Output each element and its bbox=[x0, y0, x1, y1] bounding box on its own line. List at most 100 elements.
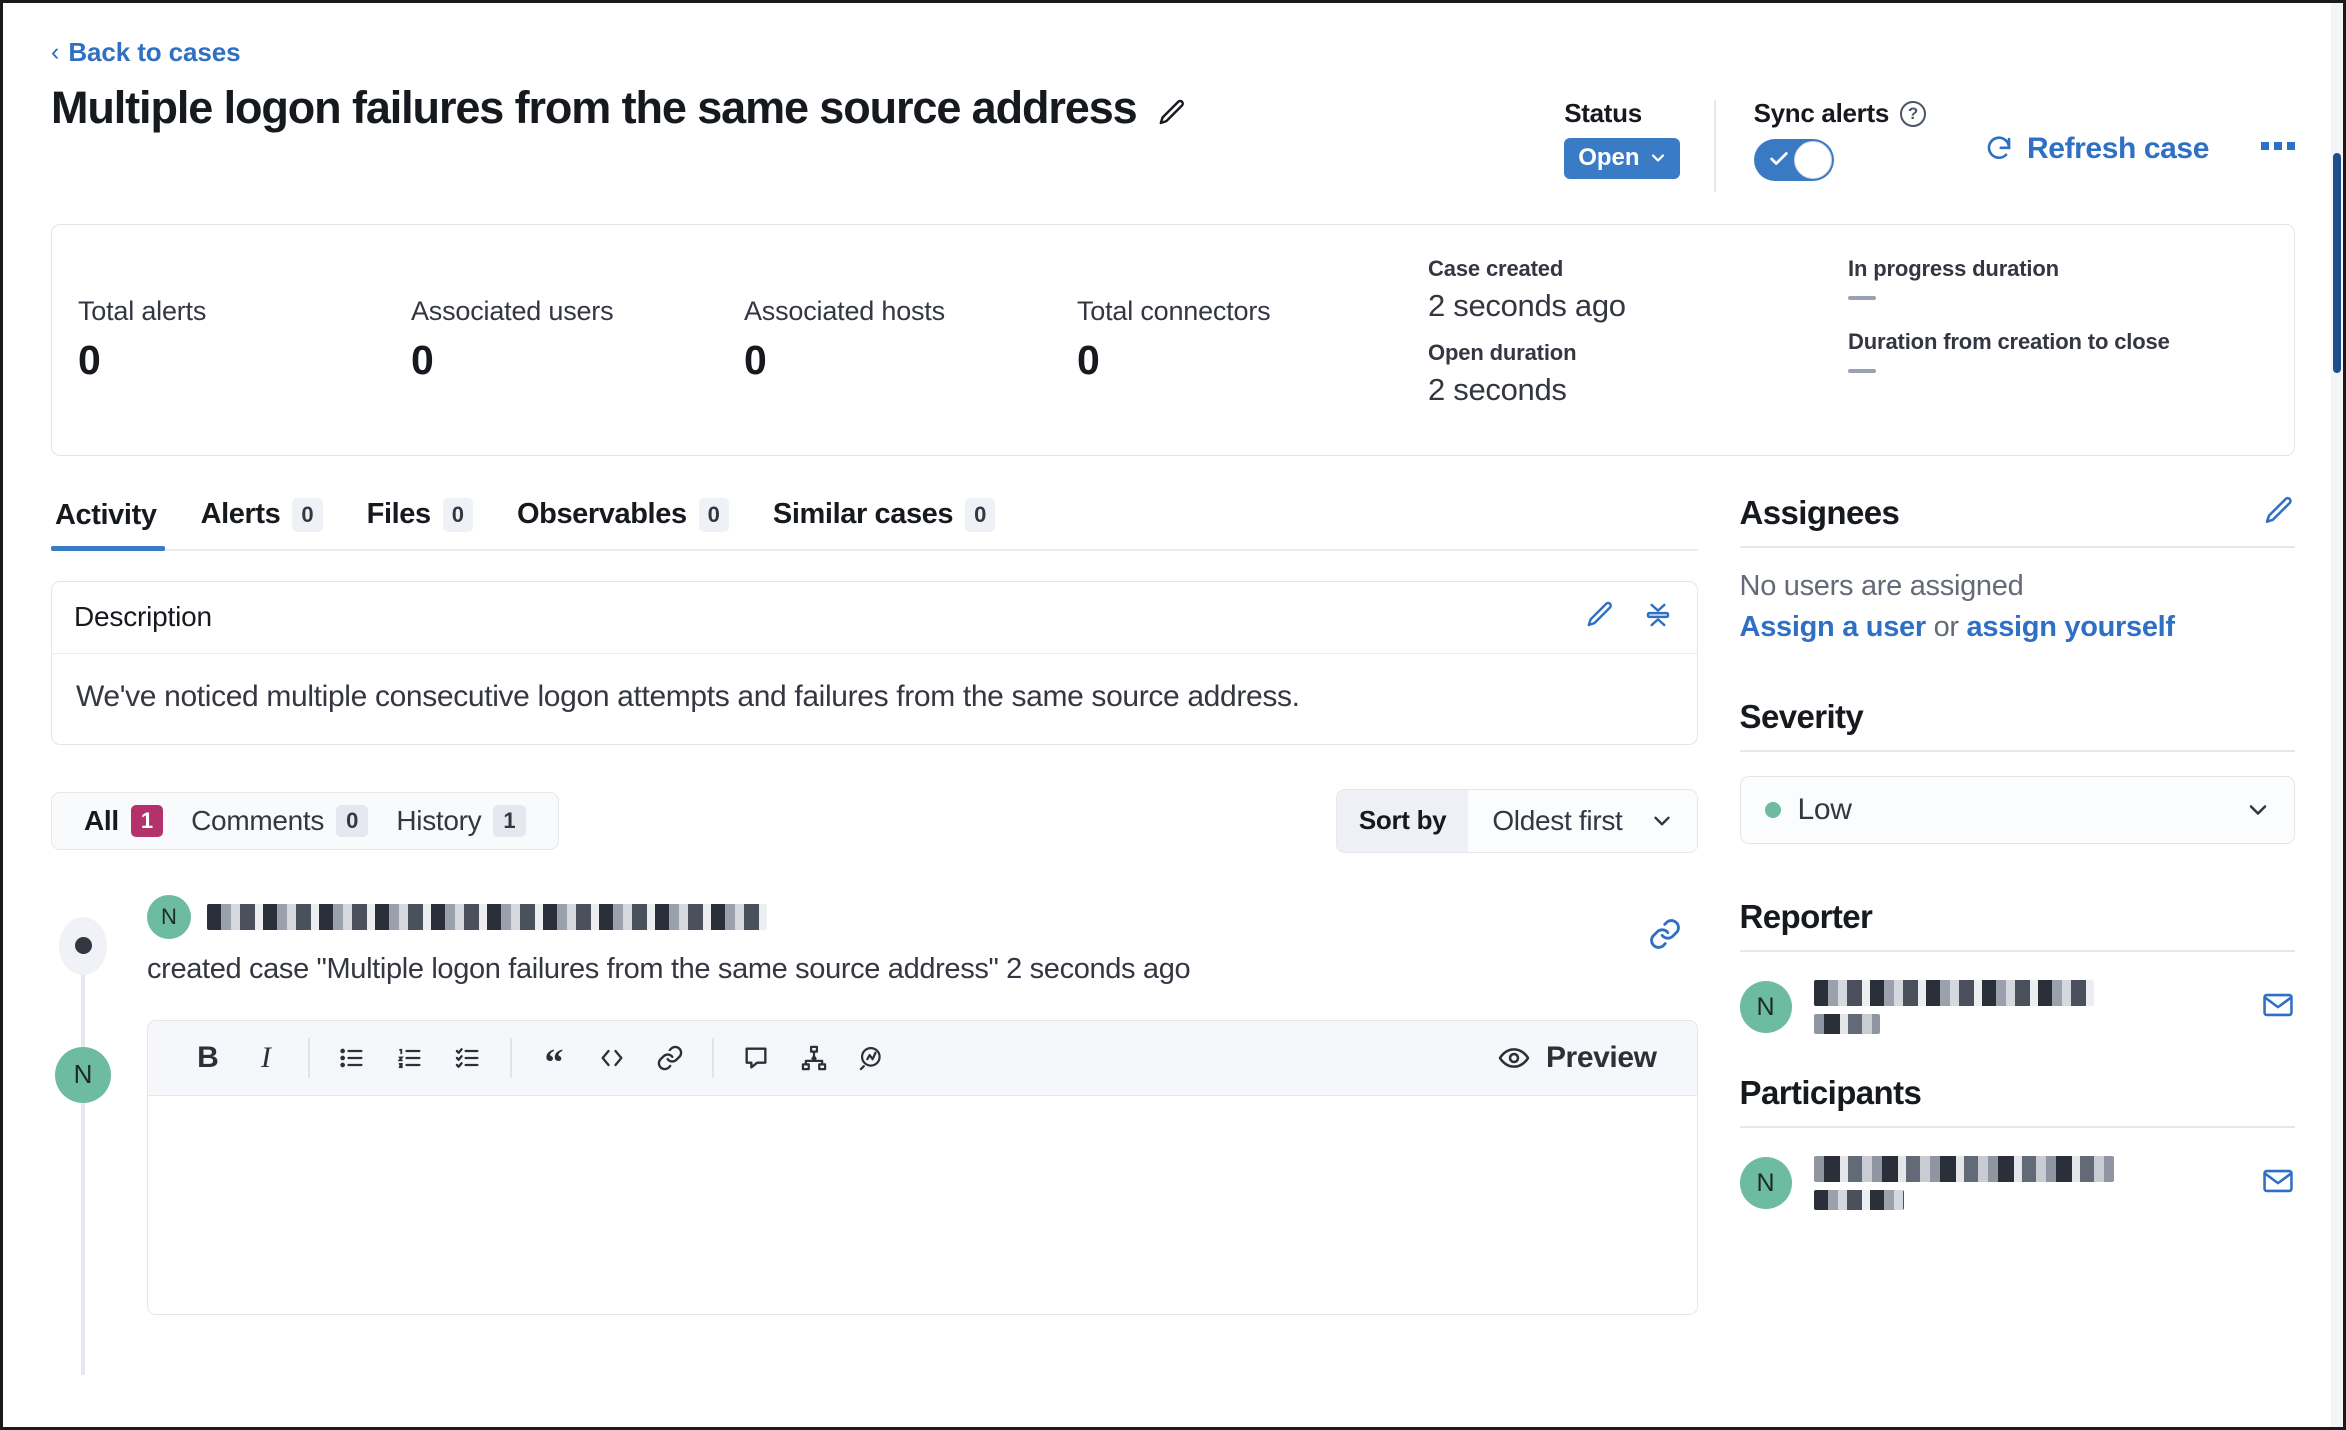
sort-by-value: Oldest first bbox=[1492, 805, 1622, 837]
filter-all-badge: 1 bbox=[131, 805, 163, 837]
filter-history-badge: 1 bbox=[493, 805, 525, 837]
timeline-entry: N N created case "Multiple logon failure… bbox=[51, 895, 1698, 986]
lens-icon[interactable] bbox=[846, 1032, 898, 1084]
filter-comments[interactable]: Comments 0 bbox=[177, 805, 382, 837]
email-reporter-icon[interactable] bbox=[2261, 988, 2295, 1027]
filter-history[interactable]: History 1 bbox=[382, 805, 539, 837]
stat-value: 0 bbox=[411, 337, 744, 384]
tree-icon[interactable] bbox=[788, 1032, 840, 1084]
filter-comments-badge: 0 bbox=[336, 805, 368, 837]
creation-to-close-value bbox=[1848, 369, 1876, 373]
redacted-reporter-name bbox=[1814, 980, 2239, 1034]
filter-history-label: History bbox=[396, 805, 481, 837]
spacer bbox=[1740, 1034, 2295, 1074]
status-badge[interactable]: Open bbox=[1564, 138, 1679, 179]
filter-all[interactable]: All 1 bbox=[70, 805, 177, 837]
creation-to-close-label: Duration from creation to close bbox=[1848, 329, 2268, 355]
spacer bbox=[1740, 844, 2295, 898]
avatar: N bbox=[1740, 981, 1792, 1033]
refresh-case-label: Refresh case bbox=[2027, 132, 2209, 166]
preview-button[interactable]: Preview bbox=[1476, 1031, 1679, 1085]
edit-assignees-pencil-icon[interactable] bbox=[2263, 495, 2295, 532]
italic-icon[interactable]: I bbox=[240, 1032, 292, 1084]
avatar: N bbox=[55, 1047, 111, 1103]
page-scrollbar-thumb[interactable] bbox=[2333, 153, 2341, 373]
back-to-cases-link[interactable]: ‹ Back to cases bbox=[51, 3, 2295, 68]
assignees-header: Assignees bbox=[1740, 494, 2295, 546]
assignees-title: Assignees bbox=[1740, 494, 1900, 532]
stat-value: 0 bbox=[78, 337, 411, 384]
tab-label: Alerts bbox=[201, 498, 281, 531]
description-card: Description We' bbox=[51, 581, 1698, 745]
timeline-dot bbox=[59, 917, 107, 975]
more-actions-button[interactable] bbox=[2261, 98, 2295, 150]
email-participant-icon[interactable] bbox=[2261, 1164, 2295, 1203]
reporter-header: Reporter bbox=[1740, 898, 2295, 950]
stat-value: 0 bbox=[744, 337, 1077, 384]
spacer bbox=[1740, 644, 2295, 698]
timeline-rail bbox=[81, 921, 85, 1375]
sort-by-select[interactable]: Oldest first bbox=[1468, 790, 1696, 852]
open-duration-value: 2 seconds bbox=[1428, 372, 1848, 408]
bullet-list-icon[interactable] bbox=[326, 1032, 378, 1084]
refresh-case-button[interactable]: Refresh case bbox=[1984, 98, 2209, 166]
stat-label: Associated hosts bbox=[744, 296, 1077, 327]
assign-yourself-link[interactable]: assign yourself bbox=[1967, 611, 2175, 643]
case-durations: Case created 2 seconds ago Open duration… bbox=[1428, 256, 2268, 424]
assign-a-user-link[interactable]: Assign a user bbox=[1740, 611, 1926, 643]
tab-activity[interactable]: Activity bbox=[51, 495, 179, 549]
dot-1 bbox=[2261, 142, 2269, 150]
case-header: Multiple logon failures from the same so… bbox=[51, 82, 2295, 192]
quote-icon[interactable]: “ bbox=[528, 1032, 580, 1084]
edit-title-pencil-icon[interactable] bbox=[1157, 98, 1187, 128]
tab-label: Activity bbox=[55, 499, 157, 532]
description-header: Description bbox=[52, 582, 1697, 654]
reporter-section: Reporter N bbox=[1740, 898, 2295, 1034]
tab-alerts[interactable]: Alerts 0 bbox=[179, 494, 345, 549]
tab-observables[interactable]: Observables 0 bbox=[495, 494, 751, 549]
tab-similar-cases[interactable]: Similar cases 0 bbox=[751, 494, 1017, 549]
section-divider bbox=[1740, 750, 2295, 752]
edit-description-pencil-icon[interactable] bbox=[1585, 600, 1615, 635]
comment-icon[interactable] bbox=[730, 1032, 782, 1084]
tab-badge: 0 bbox=[699, 498, 729, 532]
severity-section: Severity Low bbox=[1740, 698, 2295, 844]
page-scrollbar-track[interactable] bbox=[2331, 3, 2343, 1427]
link-icon[interactable] bbox=[644, 1032, 696, 1084]
bold-icon[interactable]: B bbox=[182, 1032, 234, 1084]
stat-associated-hosts: Associated hosts 0 bbox=[744, 296, 1077, 384]
code-icon[interactable] bbox=[586, 1032, 638, 1084]
toggle-knob bbox=[1794, 141, 1832, 179]
chevron-down-icon bbox=[1648, 148, 1668, 168]
severity-select[interactable]: Low bbox=[1740, 776, 2295, 844]
redacted-participant-name bbox=[1814, 1156, 2239, 1210]
numbered-list-icon[interactable] bbox=[384, 1032, 436, 1084]
checklist-icon[interactable] bbox=[442, 1032, 494, 1084]
comment-textarea[interactable] bbox=[148, 1096, 1697, 1314]
sync-alerts-label-row: Sync alerts ? bbox=[1754, 98, 1926, 129]
tab-badge: 0 bbox=[965, 498, 995, 532]
preview-label: Preview bbox=[1546, 1041, 1657, 1075]
tab-files[interactable]: Files 0 bbox=[345, 494, 495, 549]
participants-title: Participants bbox=[1740, 1074, 1922, 1112]
timeline-gutter: N bbox=[51, 895, 147, 986]
redacted-line-2 bbox=[1814, 1014, 1880, 1034]
tab-label: Files bbox=[367, 498, 431, 531]
case-detail-page: ‹ Back to cases Multiple logon failures … bbox=[3, 3, 2343, 1427]
sync-alerts-toggle[interactable] bbox=[1754, 139, 1834, 181]
assignees-section: Assignees No users are assigned Assign a… bbox=[1740, 494, 2295, 644]
chevron-down-icon bbox=[1649, 808, 1675, 834]
reporter-title: Reporter bbox=[1740, 898, 1873, 936]
severity-title: Severity bbox=[1740, 698, 1864, 736]
timeline-dot-inner bbox=[75, 937, 92, 954]
collapse-description-icon[interactable] bbox=[1643, 600, 1673, 635]
severity-value-group: Low bbox=[1765, 793, 1852, 827]
filter-comments-label: Comments bbox=[191, 805, 324, 837]
help-question-icon[interactable]: ? bbox=[1900, 101, 1926, 127]
tab-label: Observables bbox=[517, 498, 687, 531]
copy-link-icon[interactable] bbox=[1648, 917, 1682, 956]
severity-value: Low bbox=[1798, 793, 1852, 827]
sync-alerts-control: Sync alerts ? bbox=[1716, 98, 1926, 181]
reporter-row: N bbox=[1740, 952, 2295, 1034]
description-actions bbox=[1585, 600, 1673, 635]
